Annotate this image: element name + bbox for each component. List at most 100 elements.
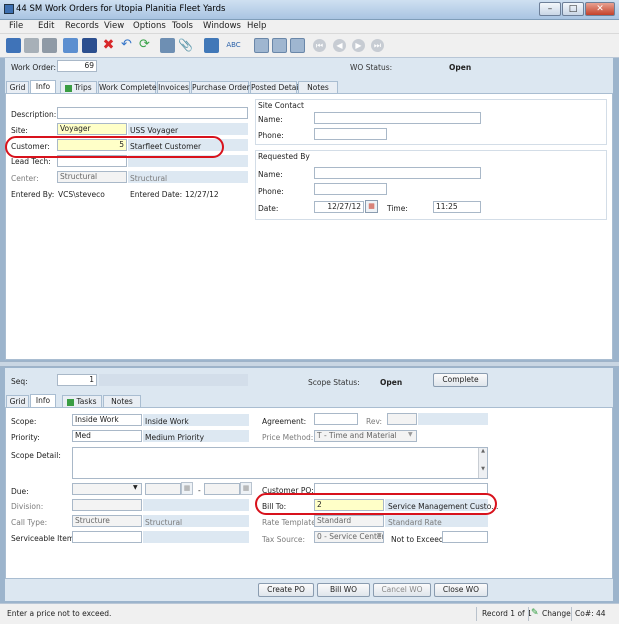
due-to-calendar-icon[interactable]: ▦ — [240, 482, 252, 495]
serviceable-item-label: Serviceable Item: — [11, 534, 77, 543]
tab-trips[interactable]: Trips — [60, 81, 97, 93]
link-icon[interactable] — [24, 38, 39, 53]
create-po-button[interactable]: Create PO — [258, 583, 314, 597]
close-button[interactable]: ✕ — [585, 2, 615, 16]
first-record-icon[interactable]: ⏮ — [313, 39, 326, 52]
rate-template-field[interactable]: Standard — [314, 515, 384, 527]
call-type-description: Structural — [145, 518, 183, 527]
description-field[interactable] — [57, 107, 248, 119]
site-description: USS Voyager — [130, 126, 179, 135]
site-contact-title: Site Contact — [258, 101, 304, 110]
due-date-from[interactable] — [145, 483, 181, 495]
last-record-icon[interactable]: ⏭ — [371, 39, 384, 52]
tasks-tab-icon — [67, 398, 75, 406]
scope-status-label: Scope Status: — [308, 378, 360, 387]
menu-bar: File Edit Records View Options Tools Win… — [0, 20, 619, 34]
price-method-select[interactable]: T - Time and Material — [314, 430, 417, 442]
grid-view-icon[interactable] — [272, 38, 287, 53]
scope-tab-tasks[interactable]: Tasks — [62, 395, 102, 407]
requested-by-name-field[interactable] — [314, 167, 481, 179]
spellcheck-icon[interactable]: ABC — [226, 38, 241, 53]
undo-icon[interactable]: ↶ — [119, 38, 134, 53]
refresh-icon[interactable]: ⟳ — [137, 38, 152, 53]
site-contact-name-field[interactable] — [314, 112, 481, 124]
tax-source-dropdown-icon[interactable]: ▼ — [377, 532, 382, 539]
scope-detail-scrollbar[interactable]: ▲ ▼ — [478, 448, 487, 478]
center-description: Structural — [130, 174, 168, 183]
print-icon[interactable] — [42, 38, 57, 53]
site-contact-phone-field[interactable] — [314, 128, 387, 140]
delete-icon[interactable]: ✖ — [101, 38, 116, 53]
center-field[interactable]: Structural — [57, 171, 127, 183]
agreement-field[interactable] — [314, 413, 358, 425]
site-field[interactable]: Voyager — [57, 123, 127, 135]
maximize-button[interactable]: □ — [562, 2, 584, 16]
change-mode: Change — [542, 609, 571, 618]
filter-icon[interactable] — [160, 38, 175, 53]
attachment-icon[interactable]: 📎 — [178, 38, 193, 53]
next-record-icon[interactable]: ▶ — [352, 39, 365, 52]
not-to-exceed-label: Not to Exceed: — [391, 535, 447, 544]
due-select[interactable] — [72, 483, 142, 495]
call-type-field[interactable]: Structure — [72, 515, 142, 527]
rev-field[interactable] — [387, 413, 417, 425]
save-icon[interactable] — [82, 38, 97, 53]
not-to-exceed-field[interactable] — [442, 531, 488, 543]
scope-detail-field[interactable] — [72, 447, 488, 479]
scope-label: Scope: — [11, 417, 37, 426]
tab-grid[interactable]: Grid — [6, 81, 29, 93]
minimize-button[interactable]: – — [539, 2, 561, 16]
menu-help[interactable]: Help — [247, 21, 266, 31]
due-dropdown-icon[interactable]: ▼ — [133, 484, 138, 491]
close-wo-button[interactable]: Close WO — [434, 583, 488, 597]
menu-file[interactable]: File — [9, 21, 23, 31]
menu-options[interactable]: Options — [133, 21, 166, 31]
priority-field[interactable]: Med — [72, 430, 142, 442]
previous-record-icon[interactable]: ◀ — [333, 39, 346, 52]
new-record-icon[interactable] — [63, 38, 78, 53]
request-time-field[interactable]: 11:25 — [433, 201, 481, 213]
tab-info[interactable]: Info — [30, 80, 56, 93]
seq-field[interactable]: 1 — [57, 374, 97, 386]
tab-purchase-orders[interactable]: Purchase Orders — [191, 81, 254, 93]
toolbar: ✖ ↶ ⟳ 📎 ABC ⏮ ◀ ▶ ⏭ — [0, 34, 619, 58]
entered-date-value: 12/27/12 — [185, 190, 219, 199]
cancel-wo-button[interactable]: Cancel WO — [373, 583, 431, 597]
menu-view[interactable]: View — [104, 21, 124, 31]
wo-field[interactable]: 69 — [57, 60, 97, 72]
menu-tools[interactable]: Tools — [172, 21, 193, 31]
tax-source-select[interactable]: 0 - Service Center — [314, 531, 384, 543]
notes-icon[interactable] — [204, 38, 219, 53]
scope-tab-notes[interactable]: Notes — [103, 395, 141, 407]
tab-invoices[interactable]: Invoices — [157, 81, 190, 93]
request-date-field[interactable]: 12/27/12 — [314, 201, 364, 213]
serviceable-item-field[interactable] — [72, 531, 142, 543]
division-label: Division: — [11, 502, 44, 511]
due-date-to[interactable] — [204, 483, 240, 495]
splitter[interactable] — [0, 361, 619, 367]
complete-button[interactable]: Complete — [433, 373, 488, 387]
scope-tab-info[interactable]: Info — [30, 394, 56, 407]
bill-wo-button[interactable]: Bill WO — [317, 583, 370, 597]
scope-tab-grid[interactable]: Grid — [6, 395, 29, 407]
tab-notes[interactable]: Notes — [298, 81, 338, 93]
menu-windows[interactable]: Windows — [203, 21, 241, 31]
edit-icon[interactable] — [6, 38, 21, 53]
calendar-icon[interactable]: ▦ — [365, 200, 378, 213]
form-view-icon[interactable] — [254, 38, 269, 53]
tab-posted-detail[interactable]: Posted Detail — [250, 81, 301, 93]
due-from-calendar-icon[interactable]: ▦ — [181, 482, 193, 495]
scope-field[interactable]: Inside Work — [72, 414, 142, 426]
priority-label: Priority: — [11, 433, 40, 442]
tab-work-completed[interactable]: Work Completed — [98, 81, 161, 93]
site-contact-name-label: Name: — [258, 115, 283, 124]
split-view-icon[interactable] — [290, 38, 305, 53]
company-number: Co#: 44 — [575, 609, 606, 618]
scope-description: Inside Work — [145, 417, 189, 426]
entered-by-value: VCS\steveco — [58, 190, 105, 199]
requested-by-phone-field[interactable] — [314, 183, 387, 195]
menu-edit[interactable]: Edit — [38, 21, 54, 31]
price-method-dropdown-icon[interactable]: ▼ — [408, 431, 413, 438]
menu-records[interactable]: Records — [65, 21, 99, 31]
division-field[interactable] — [72, 499, 142, 511]
